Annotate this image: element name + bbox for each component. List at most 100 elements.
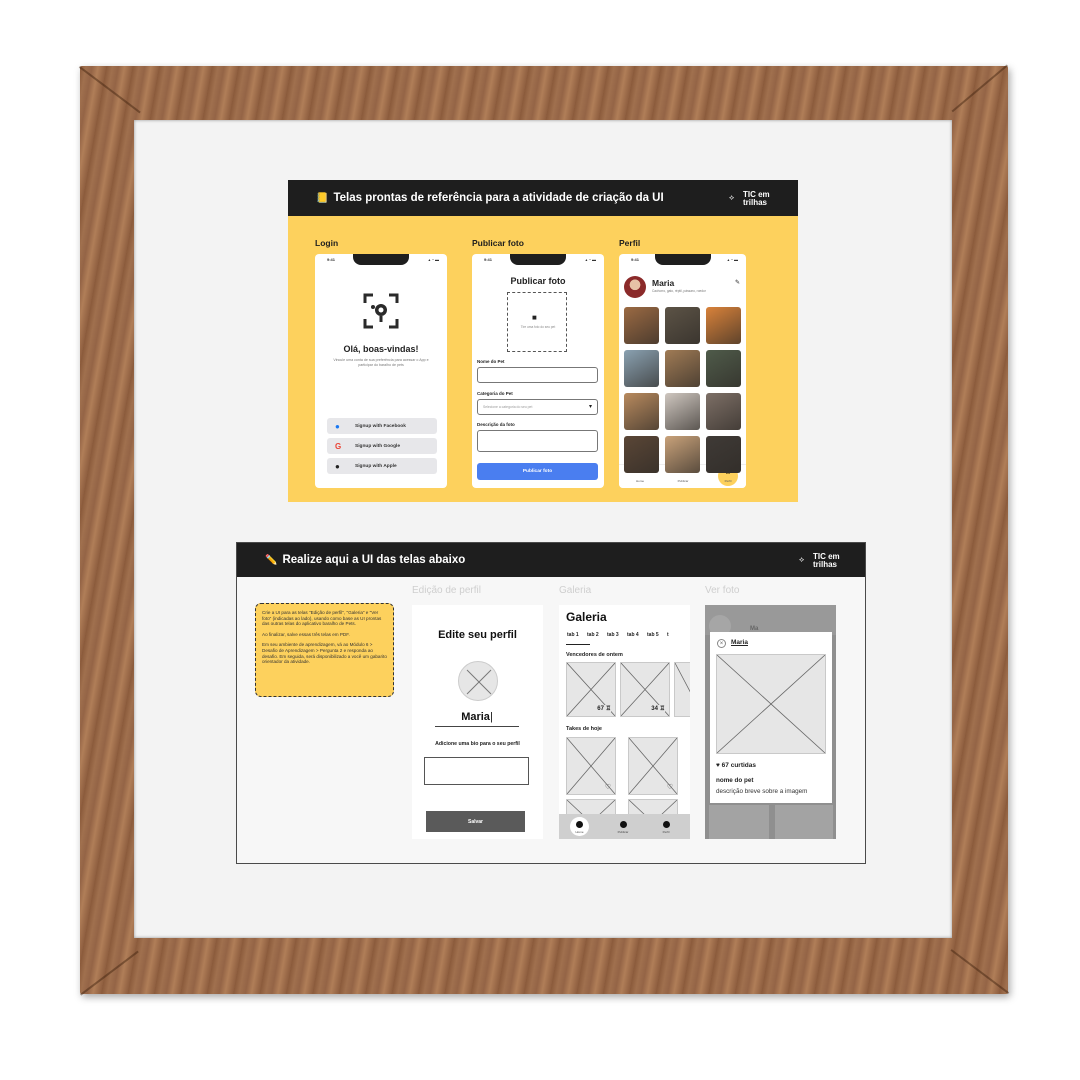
modal-username[interactable]: Maria (731, 639, 748, 646)
home-dot-icon (576, 821, 583, 828)
pet-photo-thumbnail[interactable] (624, 436, 659, 473)
signup-google-button[interactable]: G Signup with Google (327, 438, 437, 454)
nav-publish-label: Publicar (677, 479, 689, 483)
signup-facebook-button[interactable]: ● Signup with Facebook (327, 418, 437, 434)
pet-photo-thumbnail[interactable] (665, 350, 700, 387)
nav-profile-label: Perfil (724, 479, 732, 483)
google-icon: G (335, 441, 342, 451)
status-time: 9:41 (484, 257, 493, 262)
photo-upload-area[interactable]: ■ Tire uma foto do seu pet (507, 292, 567, 352)
winner-votes: 34 ♖ (651, 705, 665, 712)
photo-description: descrição breve sobre a imagem (716, 788, 808, 795)
instructions-note: Crie a UI para as telas "Edição de perfi… (255, 603, 394, 697)
category-placeholder: Selecione a categoria do seu pet (483, 405, 533, 409)
status-icons: ▴ ◔ ▬ (585, 257, 596, 262)
bottom-nav: Home Publicar Perfil (559, 814, 690, 839)
photo-modal: × Maria ♥ 67 curtidas nome do pet descri… (710, 632, 832, 803)
upload-hint: Tire uma foto do seu pet (520, 325, 556, 329)
trail-icon: ⟡ (799, 555, 805, 564)
pet-photo-thumbnail[interactable] (706, 436, 741, 473)
nav-publish-label: Publicar (617, 830, 629, 834)
signup-google-label: Signup with Google (355, 443, 401, 449)
save-button[interactable]: Salvar (426, 811, 525, 832)
gallery-screen: Galeria Vencedores de ontem 67 ♖ 34 ♖ Ta… (559, 605, 690, 839)
tab-3[interactable]: tab 3 (607, 632, 619, 638)
pet-photo-thumbnail[interactable] (706, 350, 741, 387)
chevron-down-icon: ▾ (588, 404, 592, 410)
edit-pencil-icon[interactable]: ✎ (735, 279, 740, 286)
avatar-placeholder[interactable] (458, 661, 498, 701)
close-icon[interactable]: × (717, 639, 726, 648)
bio-input[interactable] (424, 757, 529, 785)
tab-5[interactable]: tab 5 (647, 632, 659, 638)
camera-icon: ■ (532, 313, 537, 322)
publish-label: Publicar foto (472, 238, 524, 248)
reference-title: Telas prontas de referência para a ativi… (333, 192, 664, 204)
status-icons: ▴ ◔ ▬ (428, 257, 439, 262)
bio-label: Adicione uma bio para o seu perfil (435, 741, 520, 747)
nav-home-active[interactable]: Home (570, 817, 589, 836)
publish-dot-icon[interactable] (620, 821, 627, 828)
login-heading: Olá, boas-vindas! (343, 344, 419, 354)
name-value: Maria (461, 711, 490, 723)
vote-count: 67 (597, 706, 604, 712)
heart-outline-icon[interactable]: ♡ (605, 783, 611, 791)
today-photo-placeholder[interactable]: ♡ (628, 737, 678, 795)
dimmed-photo (775, 805, 833, 839)
description-input[interactable] (477, 430, 598, 452)
pet-photo-thumbnail[interactable] (624, 307, 659, 344)
tab-1[interactable]: tab 1 (567, 632, 579, 638)
edit-profile-heading: Edite seu perfil (438, 629, 517, 641)
section-winners-title: Vencedores de ontem (566, 652, 623, 658)
vote-count: 34 (651, 706, 658, 712)
pet-photo-thumbnail[interactable] (665, 393, 700, 430)
profile-label: Perfil (619, 238, 641, 248)
reference-header: 📒 Telas prontas de referência para a ati… (288, 180, 798, 216)
winner-votes: 67 ♖ (597, 705, 611, 712)
pet-photo-thumbnail[interactable] (706, 393, 741, 430)
brand-logo: ⟡ TIC em trilhas (729, 191, 770, 207)
signup-apple-button[interactable]: ● Signup with Apple (327, 458, 437, 474)
brand-logo: ⟡ TIC em trilhas (799, 553, 840, 569)
winner-photo-placeholder[interactable]: 67 ♖ (566, 662, 616, 717)
apple-icon: ● (335, 461, 340, 471)
category-select[interactable]: Selecione a categoria do seu pet ▾ (477, 399, 598, 415)
publish-button[interactable]: Publicar foto (477, 463, 598, 480)
photo-placeholder (716, 654, 826, 754)
tab-4[interactable]: tab 4 (627, 632, 639, 638)
nav-profile-label: Perfil (662, 830, 670, 834)
pet-photo-thumbnail[interactable] (665, 307, 700, 344)
status-icons: ▴ ◔ ▬ (727, 257, 738, 262)
winner-photo-placeholder[interactable]: 34 ♖ (620, 662, 670, 717)
heart-outline-icon[interactable]: ♡ (667, 783, 673, 791)
trail-icon: ⟡ (729, 193, 735, 202)
reference-panel: 📒 Telas prontas de referência para a ati… (288, 180, 798, 502)
pet-photo-thumbnail[interactable] (624, 350, 659, 387)
nav-home-label: Home (635, 479, 644, 483)
publish-heading: Publicar foto (510, 276, 566, 286)
task-header: ✏️ Realize aqui a UI das telas abaixo (237, 543, 865, 577)
phone-notch (510, 254, 566, 265)
tab-2[interactable]: tab 2 (587, 632, 599, 638)
view-photo-screen: Ma × Maria ♥ 67 curtidas nome do pet des… (705, 605, 836, 839)
winner-photo-placeholder[interactable] (674, 662, 690, 717)
avatar (624, 276, 646, 298)
instruction-3: Em seu ambiente de aprendizagem, vá ao M… (262, 642, 387, 665)
tab-6[interactable]: t (667, 632, 669, 638)
name-input[interactable]: Maria| (435, 711, 519, 727)
profile-dot-icon[interactable] (663, 821, 670, 828)
publish-screen: 9:41 ▴ ◔ ▬ Publicar foto ■ Tire uma foto… (472, 254, 604, 488)
view-photo-label: Ver foto (705, 585, 740, 596)
likes-row[interactable]: ♥ 67 curtidas (716, 762, 756, 769)
today-photo-placeholder[interactable]: ♡ (566, 737, 616, 795)
pet-photo-thumbnail[interactable] (665, 436, 700, 473)
signup-apple-label: Signup with Apple (355, 463, 397, 469)
pet-name-input[interactable] (477, 367, 598, 383)
phone-notch (654, 254, 711, 265)
section-today-title: Takes de hoje (566, 726, 602, 732)
pet-photo-thumbnail[interactable] (624, 393, 659, 430)
heart-filled-icon: ♥ (716, 762, 720, 769)
pet-photo-thumbnail[interactable] (706, 307, 741, 344)
signup-facebook-label: Signup with Facebook (355, 423, 406, 429)
login-screen: 9:41 ▴ ◔ ▬ Olá, boas-vindas! Vincule uma… (315, 254, 447, 488)
